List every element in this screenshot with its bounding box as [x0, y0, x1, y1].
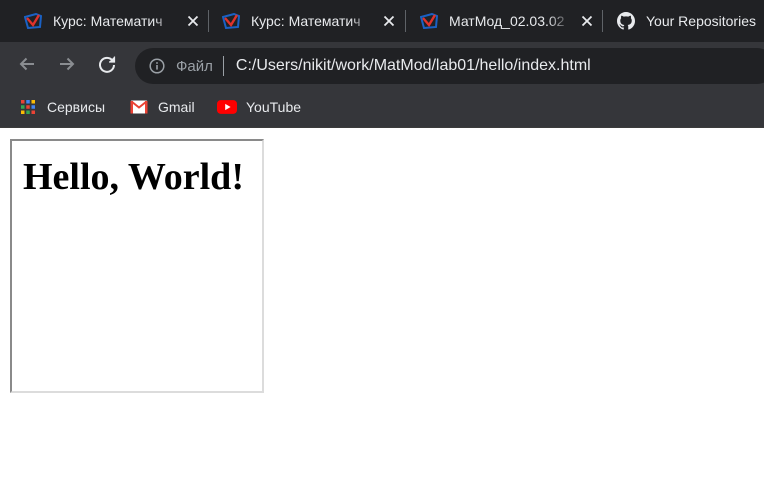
reload-button[interactable]: [94, 53, 120, 79]
reload-icon: [97, 54, 117, 79]
bookmark-youtube[interactable]: YouTube: [217, 90, 301, 124]
forward-button[interactable]: [54, 53, 80, 79]
info-icon[interactable]: [148, 57, 166, 75]
bookmark-label: Gmail: [158, 99, 195, 115]
github-icon: [617, 12, 635, 30]
forward-arrow-icon: [58, 55, 76, 78]
bookmark-label: Сервисы: [47, 99, 106, 115]
bookmark-gmail[interactable]: Gmail: [129, 90, 195, 124]
tab-course-2[interactable]: Курс: Математич: [222, 0, 398, 42]
tab-title: МатМод_02.03.02: [449, 13, 565, 29]
bookmark-services[interactable]: Сервисы: [18, 90, 105, 124]
tab-matmod[interactable]: МатМод_02.03.02: [420, 0, 596, 42]
bookmarks-bar: Сервисы Gmail YouTube: [0, 90, 764, 128]
bookmark-label: YouTube: [246, 99, 302, 115]
tab-title: Курс: Математич: [251, 13, 361, 29]
tab-title: Your Repositories: [646, 13, 756, 29]
moodle-favicon-icon: [420, 12, 438, 30]
tab-course-1[interactable]: Курс: Математич: [24, 0, 202, 42]
tab-strip: Курс: Математич Курс: Математич МатМод_0…: [0, 0, 764, 42]
close-tab-icon[interactable]: [578, 12, 596, 30]
apps-grid-icon: [18, 99, 38, 115]
moodle-favicon-icon: [24, 12, 42, 30]
tab-separator: [405, 10, 406, 32]
youtube-icon: [217, 99, 237, 115]
tab-title: Курс: Математич: [53, 13, 163, 29]
address-divider: [222, 56, 224, 76]
url-text[interactable]: C:/Users/nikit/work/MatMod/lab01/hello/i…: [236, 57, 591, 75]
moodle-favicon-icon: [222, 12, 240, 30]
gmail-icon: [129, 99, 149, 115]
page-content: Hello, World!: [0, 129, 764, 504]
back-button[interactable]: [14, 53, 40, 79]
close-tab-icon[interactable]: [184, 12, 202, 30]
close-tab-icon[interactable]: [380, 12, 398, 30]
back-arrow-icon: [18, 55, 36, 78]
toolbar: Файл C:/Users/nikit/work/MatMod/lab01/he…: [0, 42, 764, 90]
content-frame: Hello, World!: [10, 139, 264, 393]
tab-separator: [208, 10, 209, 32]
address-bar[interactable]: Файл C:/Users/nikit/work/MatMod/lab01/he…: [135, 48, 764, 84]
tab-separator: [602, 10, 603, 32]
tab-github-repositories[interactable]: Your Repositories: [617, 0, 764, 42]
page-heading: Hello, World!: [23, 156, 244, 198]
security-chip: Файл: [176, 57, 213, 75]
